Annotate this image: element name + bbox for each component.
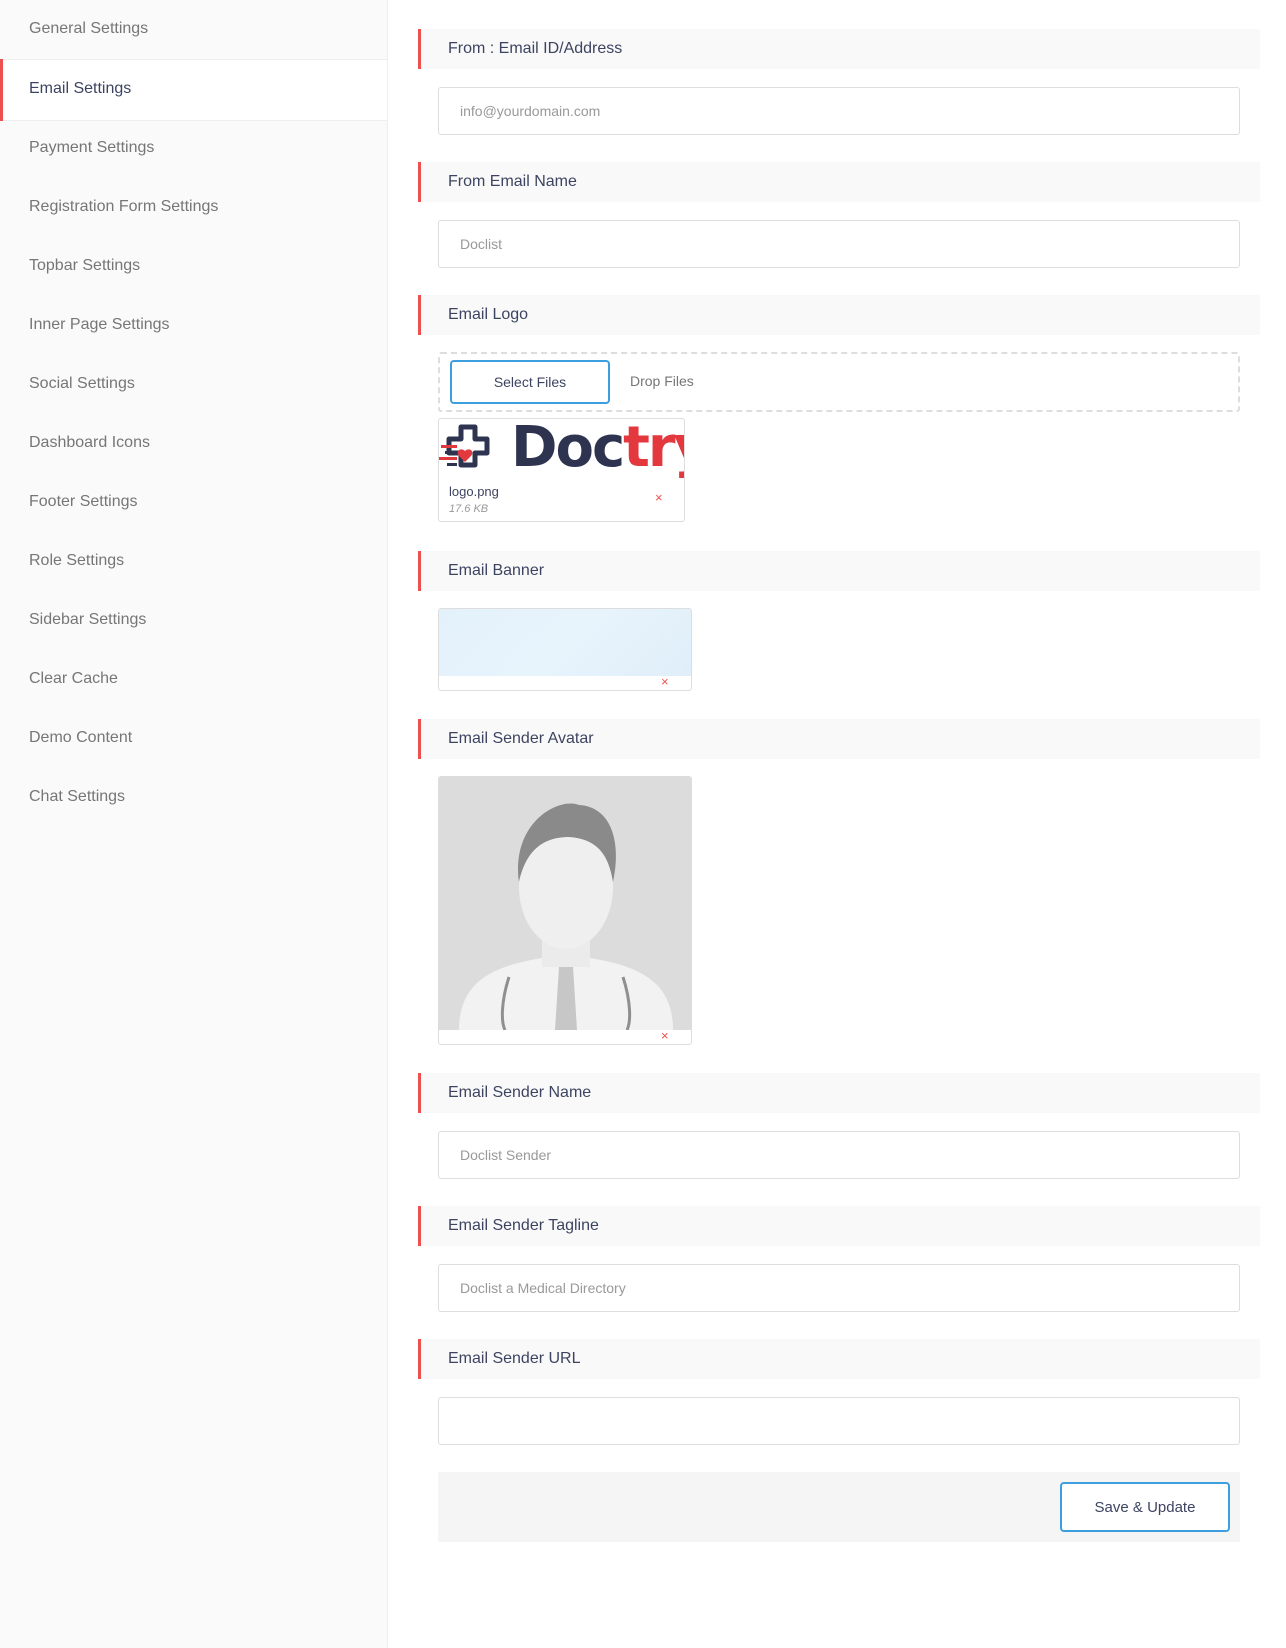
sidebar-item-payment-settings[interactable]: Payment Settings [0,119,387,181]
sender-name-input[interactable] [438,1131,1240,1179]
remove-avatar-icon[interactable]: × [661,1029,669,1042]
sidebar-item-sidebar-settings[interactable]: Sidebar Settings [0,591,387,653]
sidebar-item-inner-page-settings[interactable]: Inner Page Settings [0,296,387,358]
sidebar-item-chat-settings[interactable]: Chat Settings [0,768,387,830]
sidebar-item-demo-content[interactable]: Demo Content [0,709,387,771]
from-email-input[interactable] [438,87,1240,135]
section-title-email-logo: Email Logo [418,295,1260,335]
remove-logo-icon[interactable]: × [655,491,663,504]
section-title-from-name: From Email Name [418,162,1260,202]
section-title-sender-tagline: Email Sender Tagline [418,1206,1260,1246]
logo-file-card: Doctry logo.png 17.6 KB × [438,418,685,522]
form-footer: Save & Update [438,1472,1240,1542]
file-name: logo.png [449,484,499,499]
sidebar-item-email-settings[interactable]: Email Settings [0,59,387,121]
remove-banner-icon[interactable]: × [661,675,669,688]
save-update-button[interactable]: Save & Update [1060,1482,1230,1532]
doctry-wordmark: Doctry [511,418,684,480]
sidebar-item-registration-form-settings[interactable]: Registration Form Settings [0,178,387,240]
sidebar-item-footer-settings[interactable]: Footer Settings [0,473,387,535]
sidebar-item-social-settings[interactable]: Social Settings [0,355,387,417]
select-files-button[interactable]: Select Files [450,360,610,404]
from-name-input[interactable] [438,220,1240,268]
settings-sidebar: General Settings Email Settings Payment … [0,0,388,1648]
logo-dropzone[interactable]: Select Files Drop Files [438,352,1240,412]
sidebar-item-general-settings[interactable]: General Settings [0,0,387,62]
sidebar-item-topbar-settings[interactable]: Topbar Settings [0,237,387,299]
sender-url-input[interactable] [438,1397,1240,1445]
section-title-sender-name: Email Sender Name [418,1073,1260,1113]
drop-files-label: Drop Files [630,373,694,389]
sidebar-item-dashboard-icons[interactable]: Dashboard Icons [0,414,387,476]
file-size: 17.6 KB [449,503,489,515]
section-title-sender-avatar: Email Sender Avatar [418,719,1260,759]
banner-file-card: × [438,608,692,691]
sidebar-item-clear-cache[interactable]: Clear Cache [0,650,387,712]
sidebar-item-role-settings[interactable]: Role Settings [0,532,387,594]
section-title-from-email: From : Email ID/Address [418,29,1260,69]
medical-cross-logo-icon [439,424,490,468]
doctry-logo: Doctry [439,418,684,481]
sender-tagline-input[interactable] [438,1264,1240,1312]
section-title-sender-url: Email Sender URL [418,1339,1260,1379]
avatar-file-card: × [438,776,692,1045]
email-settings-form: From : Email ID/Address From Email Name … [418,0,1260,1648]
section-title-email-banner: Email Banner [418,551,1260,591]
doctor-avatar-image [439,777,691,1030]
banner-image [439,609,691,676]
